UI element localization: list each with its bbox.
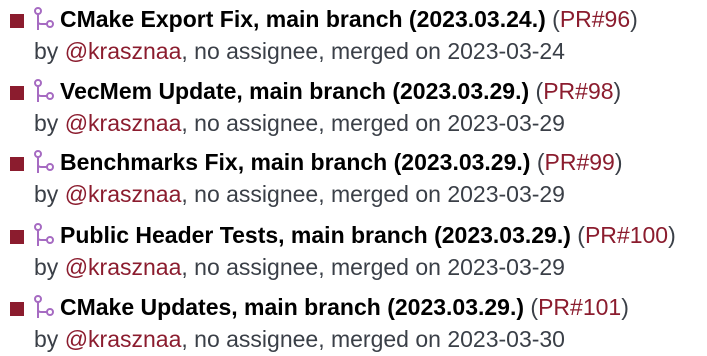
- by-label: by: [34, 254, 65, 280]
- author-link[interactable]: @krasznaa: [65, 38, 182, 64]
- bullet-marker: [10, 86, 24, 100]
- bullet-marker: [10, 157, 24, 171]
- pr-link[interactable]: PR#101: [538, 294, 621, 320]
- bullet-marker: [10, 302, 24, 316]
- author-link[interactable]: @krasznaa: [65, 326, 182, 352]
- pr-link[interactable]: PR#100: [585, 222, 668, 248]
- pr-meta-line: by @krasznaa, no assignee, merged on 202…: [34, 34, 565, 68]
- pr-list: CMake Export Fix, main branch (2023.03.2…: [0, 0, 707, 352]
- pr-meta-line: by @krasznaa, no assignee, merged on 202…: [34, 177, 565, 211]
- by-label: by: [34, 326, 65, 352]
- pr-title-line: Public Header Tests, main branch (2023.0…: [60, 222, 676, 248]
- pr-details: , no assignee, merged on 2023-03-29: [181, 110, 565, 136]
- pr-link[interactable]: PR#99: [545, 149, 615, 175]
- list-item: VecMem Update, main branch (2023.03.29.)…: [0, 74, 707, 138]
- author-link[interactable]: @krasznaa: [65, 254, 182, 280]
- bullet-marker: [10, 14, 24, 28]
- git-pull-request-icon: [34, 150, 54, 173]
- list-item: CMake Export Fix, main branch (2023.03.2…: [0, 2, 707, 66]
- bullet-marker: [10, 230, 24, 244]
- by-label: by: [34, 38, 65, 64]
- pr-meta-line: by @krasznaa, no assignee, merged on 202…: [34, 322, 565, 356]
- pr-title: Benchmarks Fix, main branch (2023.03.29.…: [60, 149, 531, 175]
- list-item: Public Header Tests, main branch (2023.0…: [0, 218, 707, 282]
- git-pull-request-icon: [34, 79, 54, 102]
- pr-title: CMake Export Fix, main branch (2023.03.2…: [60, 6, 546, 32]
- pr-title-line: CMake Updates, main branch (2023.03.29.)…: [60, 294, 629, 320]
- pr-title: Public Header Tests, main branch (2023.0…: [60, 222, 571, 248]
- by-label: by: [34, 181, 65, 207]
- pr-link[interactable]: PR#96: [560, 6, 630, 32]
- author-link[interactable]: @krasznaa: [65, 110, 182, 136]
- pr-details: , no assignee, merged on 2023-03-29: [181, 181, 565, 207]
- pr-meta-line: by @krasznaa, no assignee, merged on 202…: [34, 250, 565, 284]
- by-label: by: [34, 110, 65, 136]
- pr-title-line: CMake Export Fix, main branch (2023.03.2…: [60, 6, 638, 32]
- git-pull-request-icon: [34, 7, 54, 30]
- pr-details: , no assignee, merged on 2023-03-29: [181, 254, 565, 280]
- pr-title-line: VecMem Update, main branch (2023.03.29.)…: [60, 78, 622, 104]
- pr-link[interactable]: PR#98: [543, 78, 613, 104]
- list-item: Benchmarks Fix, main branch (2023.03.29.…: [0, 145, 707, 209]
- pr-details: , no assignee, merged on 2023-03-30: [181, 326, 565, 352]
- pr-meta-line: by @krasznaa, no assignee, merged on 202…: [34, 106, 565, 140]
- author-link[interactable]: @krasznaa: [65, 181, 182, 207]
- pr-title: CMake Updates, main branch (2023.03.29.): [60, 294, 525, 320]
- pr-title: VecMem Update, main branch (2023.03.29.): [60, 78, 530, 104]
- git-pull-request-icon: [34, 223, 54, 246]
- list-item: CMake Updates, main branch (2023.03.29.)…: [0, 290, 707, 354]
- pr-details: , no assignee, merged on 2023-03-24: [181, 38, 565, 64]
- git-pull-request-icon: [34, 295, 54, 318]
- pr-title-line: Benchmarks Fix, main branch (2023.03.29.…: [60, 149, 623, 175]
